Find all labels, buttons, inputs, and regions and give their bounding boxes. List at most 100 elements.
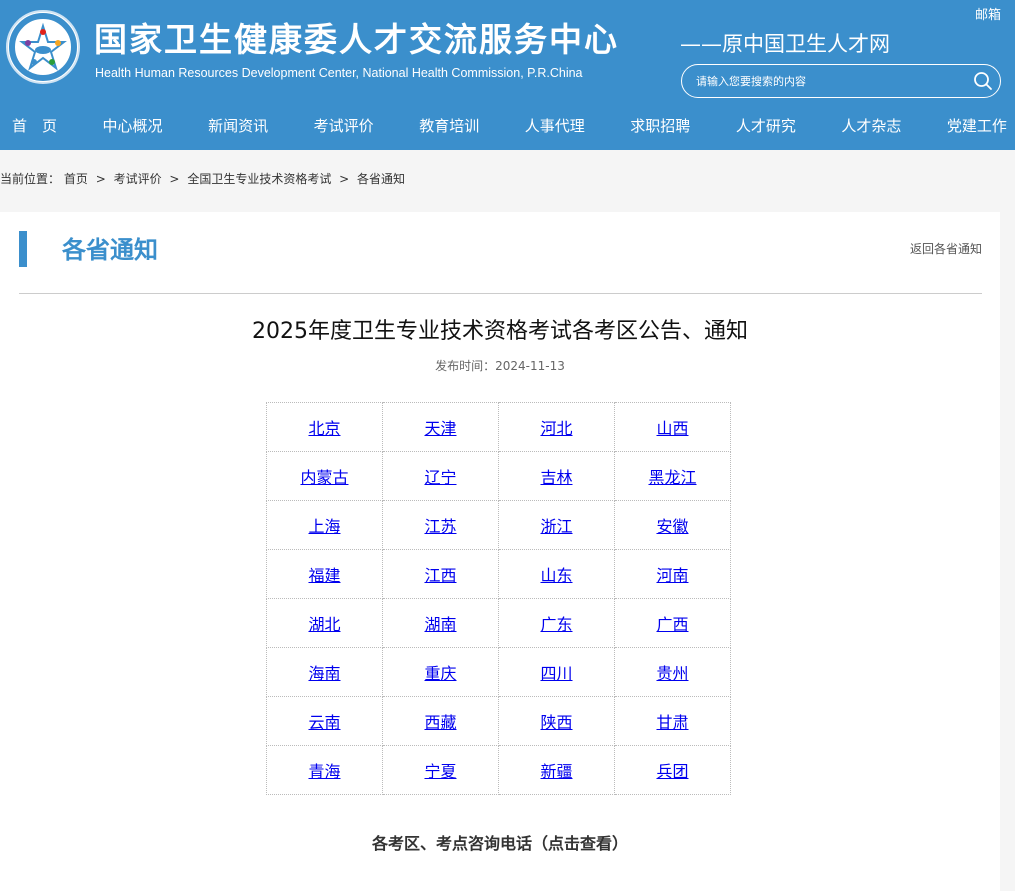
province-row: 上海 江苏 浙江 安徽 — [266, 500, 731, 550]
province-cell: 云南 — [266, 696, 383, 746]
logo-emblem-icon — [9, 13, 77, 81]
province-cell: 天津 — [382, 402, 499, 452]
province-cell: 山西 — [614, 402, 731, 452]
breadcrumb-exams[interactable]: 考试评价 — [114, 172, 162, 186]
search-box — [681, 64, 1001, 98]
publish-info: 发布时间：2024-11-13 — [0, 357, 1000, 374]
province-link[interactable]: 四川 — [540, 664, 572, 683]
province-table: 北京 天津 河北 山西内蒙古 辽宁 吉林 黑龙江上海 江苏 浙江 安徽福建 江西 山东 河南湖北 湖南 广东… — [266, 402, 731, 795]
province-cell: 宁夏 — [382, 745, 499, 795]
site-subtitle: Health Human Resources Development Cente… — [95, 66, 583, 80]
publish-label: 发布时间： — [435, 359, 496, 373]
consult-phone-link[interactable]: 各考区、考点咨询电话（点击查看） — [0, 830, 1000, 854]
province-link[interactable]: 河北 — [540, 419, 572, 438]
province-cell: 四川 — [498, 647, 615, 697]
province-cell: 安徽 — [614, 500, 731, 550]
province-cell: 内蒙古 — [266, 451, 383, 501]
article-title: 2025年度卫生专业技术资格考试各考区公告、通知 — [252, 319, 748, 344]
back-link[interactable]: 返回各省通知 — [910, 240, 982, 257]
breadcrumb-home[interactable]: 首页 — [64, 172, 88, 186]
province-link[interactable]: 吉林 — [540, 468, 572, 487]
province-link[interactable]: 青海 — [308, 762, 340, 781]
province-cell: 辽宁 — [382, 451, 499, 501]
province-link[interactable]: 兵团 — [656, 762, 688, 781]
province-link[interactable]: 江西 — [424, 566, 456, 585]
province-link[interactable]: 陕西 — [540, 713, 572, 732]
province-link[interactable]: 江苏 — [424, 517, 456, 536]
province-link[interactable]: 西藏 — [424, 713, 456, 732]
province-cell: 河北 — [498, 402, 615, 452]
province-row: 青海 宁夏 新疆 兵团 — [266, 745, 731, 795]
province-link[interactable]: 福建 — [308, 566, 340, 585]
province-link[interactable]: 海南 — [308, 664, 340, 683]
province-link[interactable]: 甘肃 — [656, 713, 688, 732]
province-cell: 西藏 — [382, 696, 499, 746]
breadcrumb-current[interactable]: 各省通知 — [357, 172, 405, 186]
province-link[interactable]: 湖北 — [308, 615, 340, 634]
province-link[interactable]: 广西 — [656, 615, 688, 634]
province-cell: 江西 — [382, 549, 499, 599]
province-link[interactable]: 辽宁 — [424, 468, 456, 487]
province-cell: 福建 — [266, 549, 383, 599]
nav-exams[interactable]: 考试评价 — [314, 108, 374, 144]
site-logo[interactable] — [6, 10, 80, 84]
province-row: 北京 天津 河北 山西 — [266, 402, 731, 452]
province-cell: 上海 — [266, 500, 383, 550]
nav-news[interactable]: 新闻资讯 — [208, 108, 268, 144]
province-link[interactable]: 河南 — [656, 566, 688, 585]
province-row: 云南 西藏 陕西 甘肃 — [266, 696, 731, 746]
province-cell: 新疆 — [498, 745, 615, 795]
breadcrumb-qualification-exam[interactable]: 全国卫生专业技术资格考试 — [187, 172, 331, 186]
breadcrumb-separator: > — [339, 172, 350, 186]
nav-magazine[interactable]: 人才杂志 — [841, 108, 901, 144]
province-link[interactable]: 北京 — [308, 419, 340, 438]
province-link[interactable]: 宁夏 — [424, 762, 456, 781]
site-header: 国家卫生健康委人才交流服务中心 Health Human Resources D… — [0, 0, 1015, 150]
mail-link[interactable]: 邮箱 — [975, 4, 1001, 23]
province-row: 湖北 湖南 广东 广西 — [266, 598, 731, 648]
breadcrumb-prefix: 当前位置： — [0, 172, 61, 186]
nav-hr-agency[interactable]: 人事代理 — [525, 108, 585, 144]
nav-jobs[interactable]: 求职招聘 — [630, 108, 690, 144]
nav-research[interactable]: 人才研究 — [736, 108, 796, 144]
province-link[interactable]: 云南 — [308, 713, 340, 732]
site-slogan: ——原中国卫生人才网 — [680, 32, 890, 56]
province-link[interactable]: 浙江 — [540, 517, 572, 536]
province-cell: 兵团 — [614, 745, 731, 795]
province-link[interactable]: 黑龙江 — [648, 468, 696, 487]
province-cell: 吉林 — [498, 451, 615, 501]
site-title: 国家卫生健康委人才交流服务中心 — [94, 20, 619, 59]
province-link[interactable]: 湖南 — [424, 615, 456, 634]
divider — [19, 293, 982, 294]
province-cell: 河南 — [614, 549, 731, 599]
nav-training[interactable]: 教育培训 — [419, 108, 479, 144]
province-cell: 黑龙江 — [614, 451, 731, 501]
search-input[interactable] — [696, 71, 956, 91]
search-icon[interactable] — [972, 70, 994, 92]
panel-title: 各省通知 — [62, 236, 158, 264]
province-link[interactable]: 重庆 — [424, 664, 456, 683]
nav-home[interactable]: 首 页 — [12, 108, 57, 144]
province-link[interactable]: 新疆 — [540, 762, 572, 781]
title-accent-bar — [19, 231, 27, 267]
breadcrumb: 当前位置： 首页 > 考试评价 > 全国卫生专业技术资格考试 > 各省通知 — [0, 170, 405, 187]
province-link[interactable]: 山西 — [656, 419, 688, 438]
province-link[interactable]: 山东 — [540, 566, 572, 585]
publish-date: 2024-11-13 — [495, 359, 565, 373]
province-link[interactable]: 安徽 — [656, 517, 688, 536]
province-cell: 甘肃 — [614, 696, 731, 746]
content-panel: 各省通知 返回各省通知 2025年度卫生专业技术资格考试各考区公告、通知 发布时… — [0, 212, 1000, 891]
province-cell: 浙江 — [498, 500, 615, 550]
nav-party[interactable]: 党建工作 — [947, 108, 1007, 144]
province-cell: 湖北 — [266, 598, 383, 648]
province-cell: 贵州 — [614, 647, 731, 697]
nav-about[interactable]: 中心概况 — [103, 108, 163, 144]
province-link[interactable]: 天津 — [424, 419, 456, 438]
province-link[interactable]: 贵州 — [656, 664, 688, 683]
main-nav: 首 页 中心概况 新闻资讯 考试评价 教育培训 人事代理 求职招聘 人才研究 人… — [0, 108, 1015, 144]
province-link[interactable]: 广东 — [540, 615, 572, 634]
province-link[interactable]: 上海 — [308, 517, 340, 536]
province-cell: 江苏 — [382, 500, 499, 550]
province-link[interactable]: 内蒙古 — [300, 468, 348, 487]
province-cell: 陕西 — [498, 696, 615, 746]
